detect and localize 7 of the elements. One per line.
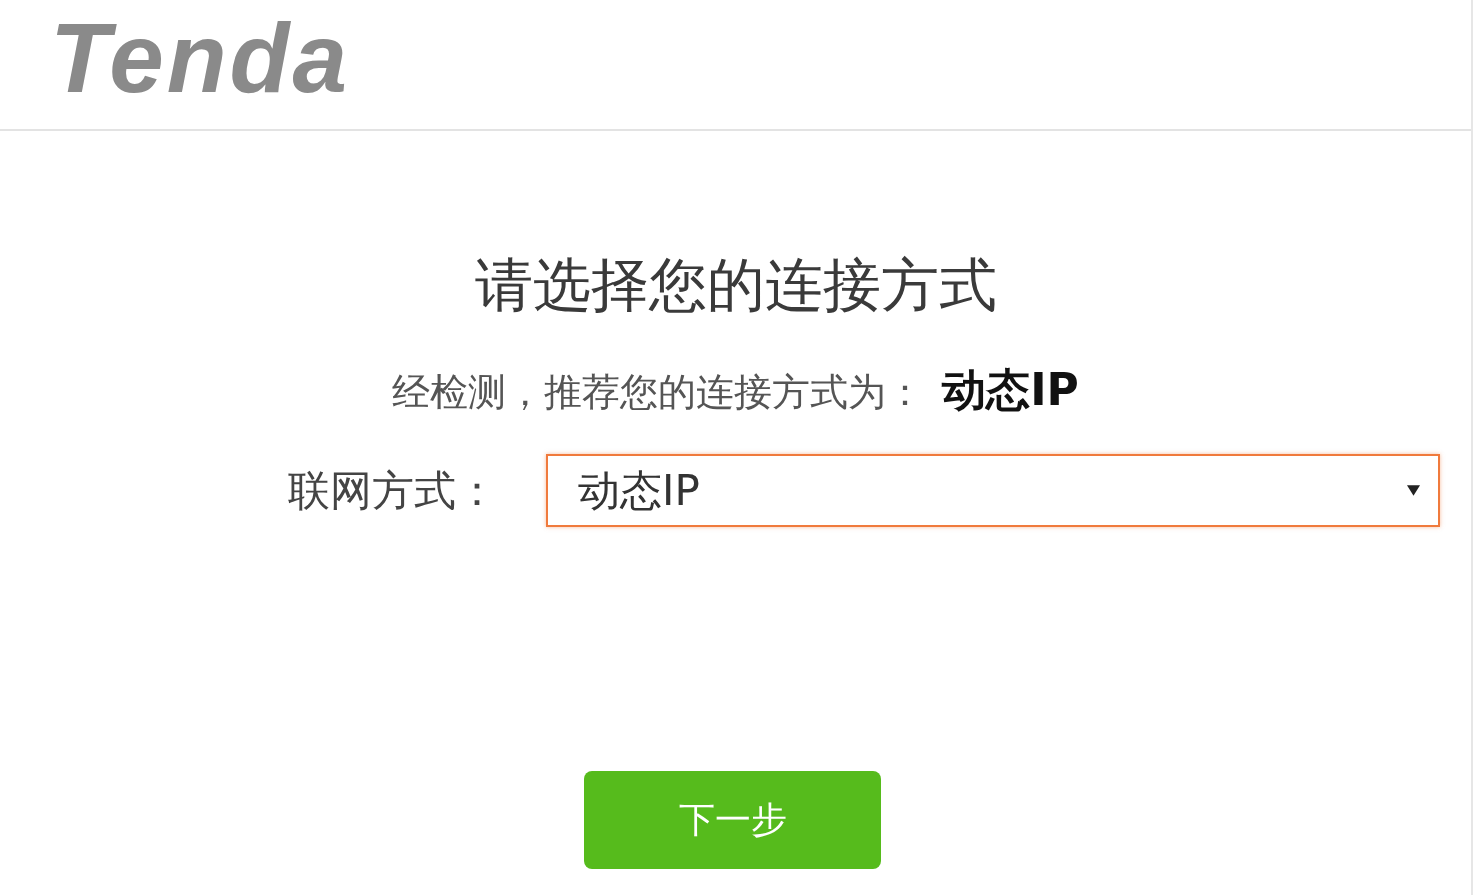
caret-icon xyxy=(1407,485,1420,496)
field-label: 联网方式： xyxy=(288,464,498,517)
detection-text: 经检测，推荐您的连接方式为： xyxy=(392,369,925,416)
logo: Tenda xyxy=(50,2,350,114)
recommended-type: 动态IP xyxy=(942,365,1079,415)
page-title: 请选择您的连接方式 xyxy=(474,250,997,321)
connection-type-select[interactable]: 动态IP xyxy=(546,454,1440,527)
